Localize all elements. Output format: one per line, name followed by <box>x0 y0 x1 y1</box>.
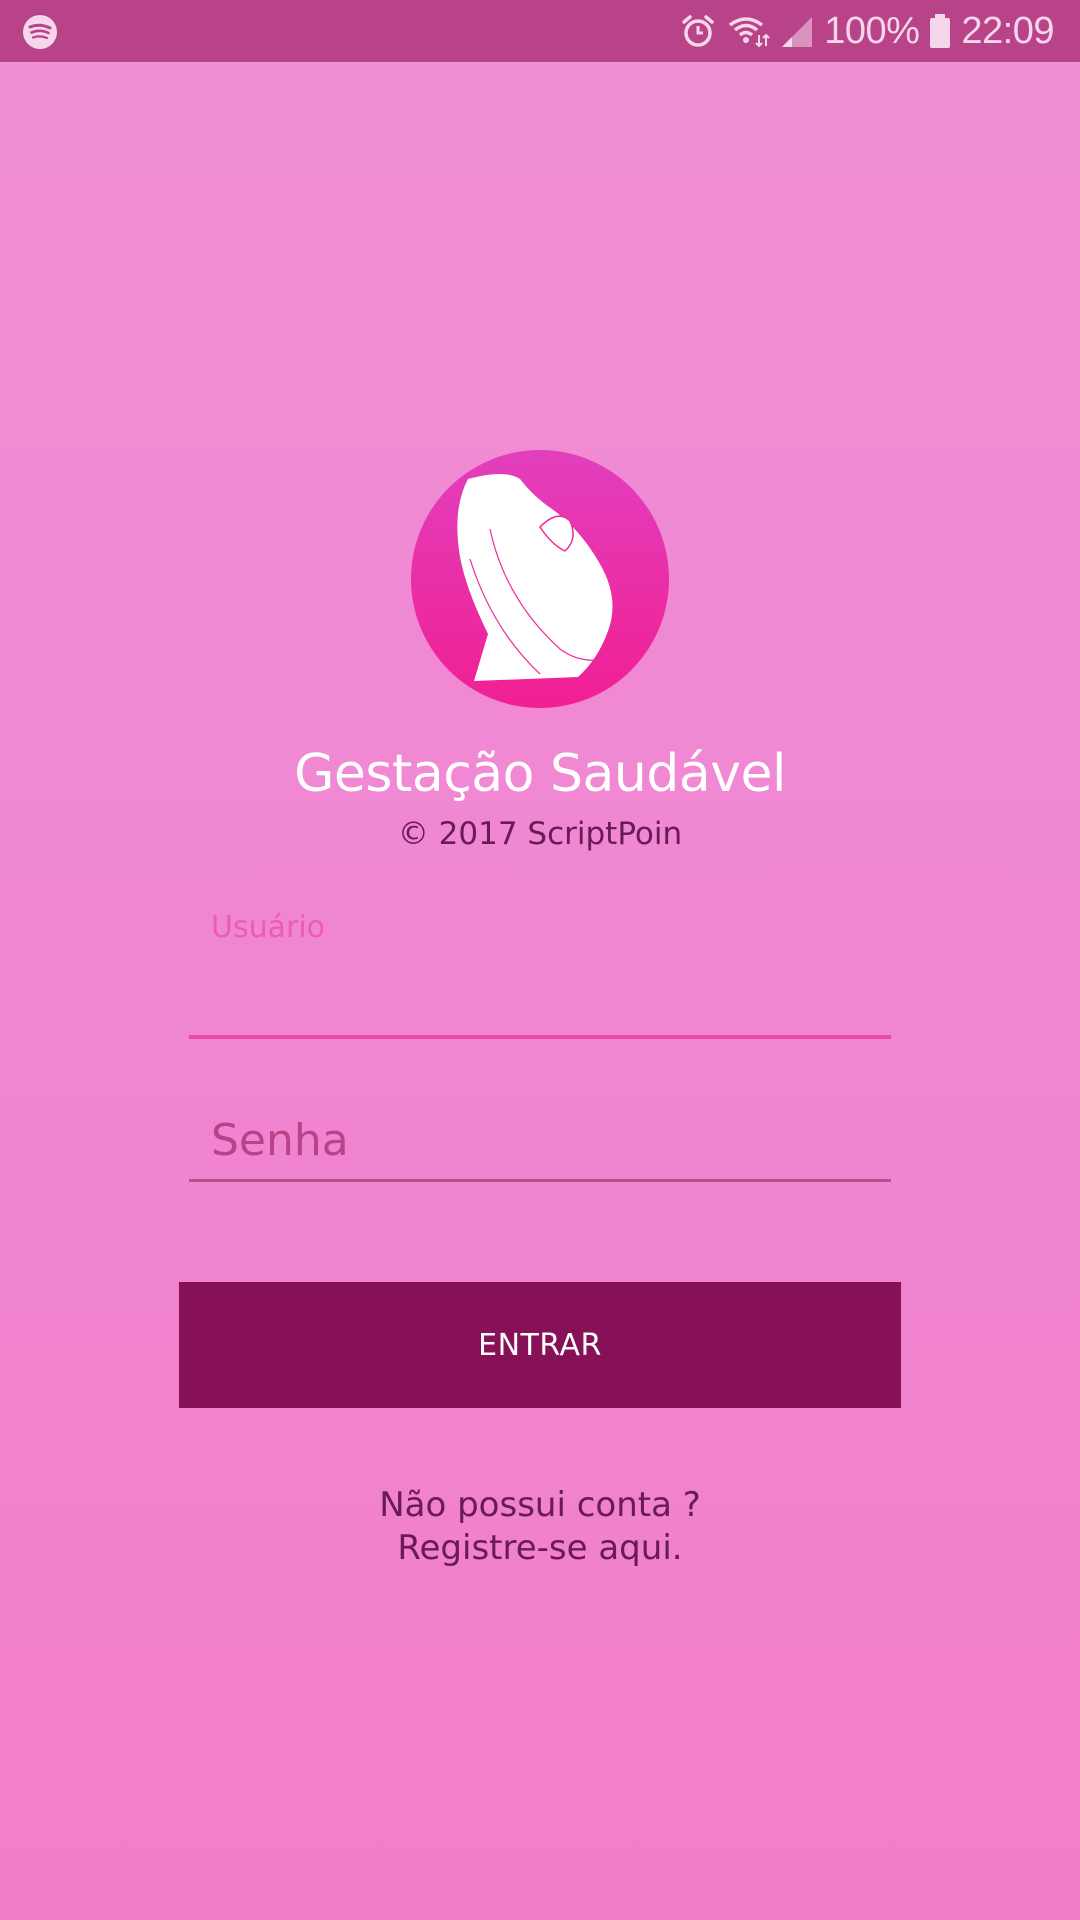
clock: 22:09 <box>961 9 1054 52</box>
app-title: Gestação Saudável <box>294 744 786 804</box>
signal-icon <box>780 13 814 49</box>
battery-icon <box>929 13 951 49</box>
spotify-icon <box>22 14 58 50</box>
register-link[interactable]: Não possui conta ? Registre-se aqui. <box>0 1484 1080 1570</box>
battery-percent: 100% <box>824 9 920 52</box>
alarm-icon <box>680 13 716 49</box>
register-prompt-text: Não possui conta ? <box>379 1485 701 1525</box>
register-action-text[interactable]: Registre-se aqui. <box>0 1527 1080 1570</box>
login-button[interactable]: ENTRAR <box>179 1282 901 1408</box>
password-field[interactable] <box>189 1100 891 1182</box>
password-underline <box>189 1179 891 1182</box>
username-label: Usuário <box>211 910 326 945</box>
username-field[interactable]: Usuário <box>189 905 891 1039</box>
username-underline <box>189 1035 891 1039</box>
status-indicators: 100% 22:09 <box>680 0 1054 62</box>
pregnant-woman-icon <box>410 449 670 709</box>
status-bar: 100% 22:09 <box>0 0 1080 62</box>
copyright-text: © 2017 ScriptPoin <box>397 816 683 852</box>
password-input[interactable] <box>211 1110 891 1170</box>
username-input[interactable] <box>211 975 891 1025</box>
wifi-icon <box>726 13 770 49</box>
